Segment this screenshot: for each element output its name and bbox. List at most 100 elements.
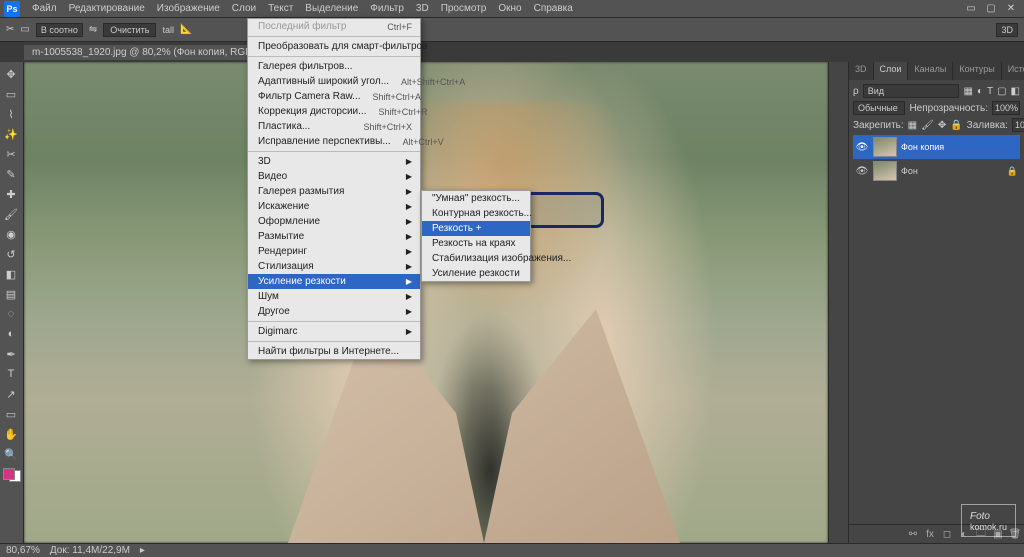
submenu-item[interactable]: Контурная резкость...: [422, 206, 530, 221]
crop-tool-icon[interactable]: ✂: [0, 144, 22, 164]
submenu-item[interactable]: Усиление резкости: [422, 266, 530, 281]
layer-row[interactable]: 👁Фон копия: [853, 135, 1020, 159]
panel-tab-история[interactable]: История: [1002, 62, 1024, 80]
window-close-icon[interactable]: ✕: [1002, 2, 1020, 16]
menu-item[interactable]: Фильтр Camera Raw...Shift+Ctrl+A: [248, 89, 420, 104]
dodge-tool-icon[interactable]: ◐: [0, 324, 22, 344]
lock-position-icon[interactable]: ✥: [938, 120, 946, 131]
mask-icon[interactable]: ◻: [940, 527, 954, 541]
menu-item[interactable]: Рендеринг▶: [248, 244, 420, 259]
menu-find-filters[interactable]: Найти фильтры в Интернете...: [248, 344, 420, 359]
menu-digimarc[interactable]: Digimarc▶: [248, 324, 420, 339]
filter-pixel-icon[interactable]: ▦: [963, 86, 972, 97]
opacity-value[interactable]: 100%: [992, 101, 1020, 115]
doc-size[interactable]: Док: 11,4M/22,9M: [50, 545, 130, 556]
filter-adjust-icon[interactable]: ◐: [977, 86, 983, 97]
zoom-tool-icon[interactable]: 🔍: [0, 444, 22, 464]
shape-tool-icon[interactable]: ▭: [0, 404, 22, 424]
menu-изображение[interactable]: Изображение: [151, 1, 226, 16]
menu-item[interactable]: Стилизация▶: [248, 259, 420, 274]
blend-mode-select[interactable]: Обычные: [853, 101, 905, 115]
filter-shape-icon[interactable]: ▢: [997, 86, 1006, 97]
swap-icon[interactable]: ⇋: [89, 24, 97, 35]
eraser-tool-icon[interactable]: ◧: [0, 264, 22, 284]
link-layers-icon[interactable]: ⚯: [906, 527, 920, 541]
menu-item[interactable]: Другое▶: [248, 304, 420, 319]
filter-type-icon[interactable]: T: [987, 86, 993, 97]
workspace-select[interactable]: 3D: [996, 23, 1018, 37]
menu-справка[interactable]: Справка: [528, 1, 579, 16]
clear-button[interactable]: Очистить: [103, 23, 156, 37]
pen-tool-icon[interactable]: ✒: [0, 344, 22, 364]
menu-окно[interactable]: Окно: [492, 1, 527, 16]
submenu-item[interactable]: Резкость на краях: [422, 236, 530, 251]
menu-item[interactable]: Пластика...Shift+Ctrl+X: [248, 119, 420, 134]
menu-выделение[interactable]: Выделение: [299, 1, 364, 16]
layer-row[interactable]: 👁Фон🔒: [853, 159, 1020, 183]
status-arrow-icon[interactable]: ▸: [140, 545, 145, 556]
color-swatches[interactable]: [3, 468, 21, 482]
submenu-item[interactable]: Стабилизация изображения...: [422, 251, 530, 266]
panel-tab-слои[interactable]: Слои: [874, 62, 909, 80]
menu-item[interactable]: 3D▶: [248, 154, 420, 169]
crop-preset-icon[interactable]: ▭: [20, 24, 29, 35]
zoom-level[interactable]: 80,67%: [6, 545, 40, 556]
crop-tool-icon[interactable]: ✂: [6, 24, 14, 35]
fill-value[interactable]: 100%: [1012, 118, 1024, 132]
menu-item[interactable]: Исправление перспективы...Alt+Ctrl+V: [248, 134, 420, 149]
fx-icon[interactable]: fx: [923, 527, 937, 541]
menu-item[interactable]: Оформление▶: [248, 214, 420, 229]
menu-файл[interactable]: Файл: [26, 1, 63, 16]
blur-tool-icon[interactable]: ◌: [0, 304, 22, 324]
gradient-tool-icon[interactable]: ▤: [0, 284, 22, 304]
layer-thumbnail[interactable]: [873, 161, 897, 181]
visibility-icon[interactable]: 👁: [855, 166, 869, 177]
menu-item[interactable]: Шум▶: [248, 289, 420, 304]
submenu-item[interactable]: Резкость +: [422, 221, 530, 236]
menu-item[interactable]: Коррекция дисторсии...Shift+Ctrl+R: [248, 104, 420, 119]
scale-mode[interactable]: В соотно: [36, 23, 83, 37]
layer-thumbnail[interactable]: [873, 137, 897, 157]
magic-wand-tool-icon[interactable]: ✨: [0, 124, 22, 144]
path-tool-icon[interactable]: ↗: [0, 384, 22, 404]
lock-pixels-icon[interactable]: 🖌: [921, 120, 934, 131]
menu-фильтр[interactable]: Фильтр: [364, 1, 410, 16]
menu-item[interactable]: Размытие▶: [248, 229, 420, 244]
lock-transparent-icon[interactable]: ▦: [908, 120, 917, 131]
clone-tool-icon[interactable]: ◉: [0, 224, 22, 244]
document-tab[interactable]: m-1005538_1920.jpg @ 80,2% (Фон копия, R…: [24, 45, 281, 60]
window-maximize-icon[interactable]: ▢: [982, 2, 1000, 16]
canvas-area[interactable]: [24, 62, 828, 543]
menu-просмотр[interactable]: Просмотр: [435, 1, 493, 16]
filter-smart-icon[interactable]: ◧: [1011, 86, 1020, 97]
menu-item[interactable]: Галерея фильтров...: [248, 59, 420, 74]
panel-collapse-strip[interactable]: [828, 62, 848, 543]
healing-tool-icon[interactable]: ✚: [0, 184, 22, 204]
marquee-tool-icon[interactable]: ▭: [0, 84, 22, 104]
move-tool-icon[interactable]: ✥: [0, 64, 22, 84]
menu-item[interactable]: Искажение▶: [248, 199, 420, 214]
menu-item[interactable]: Адаптивный широкий угол...Alt+Shift+Ctrl…: [248, 74, 420, 89]
menu-3d[interactable]: 3D: [410, 1, 435, 16]
panel-tab-3d[interactable]: 3D: [849, 62, 874, 80]
menu-item[interactable]: Галерея размытия▶: [248, 184, 420, 199]
lock-all-icon[interactable]: 🔒: [950, 120, 962, 131]
kind-select[interactable]: Вид: [863, 84, 960, 98]
eyedropper-tool-icon[interactable]: ✎: [0, 164, 22, 184]
menu-item[interactable]: Усиление резкости▶: [248, 274, 420, 289]
lasso-tool-icon[interactable]: ⌇: [0, 104, 22, 124]
menu-convert-smart[interactable]: Преобразовать для смарт-фильтров: [248, 39, 420, 54]
type-tool-icon[interactable]: T: [0, 364, 22, 384]
submenu-item[interactable]: "Умная" резкость...: [422, 191, 530, 206]
window-minimize-icon[interactable]: ▭: [962, 2, 980, 16]
panel-tab-каналы[interactable]: Каналы: [908, 62, 953, 80]
menu-редактирование[interactable]: Редактирование: [63, 1, 151, 16]
visibility-icon[interactable]: 👁: [855, 142, 869, 153]
menu-текст[interactable]: Текст: [262, 1, 299, 16]
tall-checkbox-label[interactable]: tall: [162, 25, 174, 35]
history-brush-tool-icon[interactable]: ↺: [0, 244, 22, 264]
menu-слои[interactable]: Слои: [226, 1, 262, 16]
hand-tool-icon[interactable]: ✋: [0, 424, 22, 444]
brush-tool-icon[interactable]: 🖌: [0, 204, 22, 224]
kind-icon[interactable]: ρ: [853, 86, 859, 97]
